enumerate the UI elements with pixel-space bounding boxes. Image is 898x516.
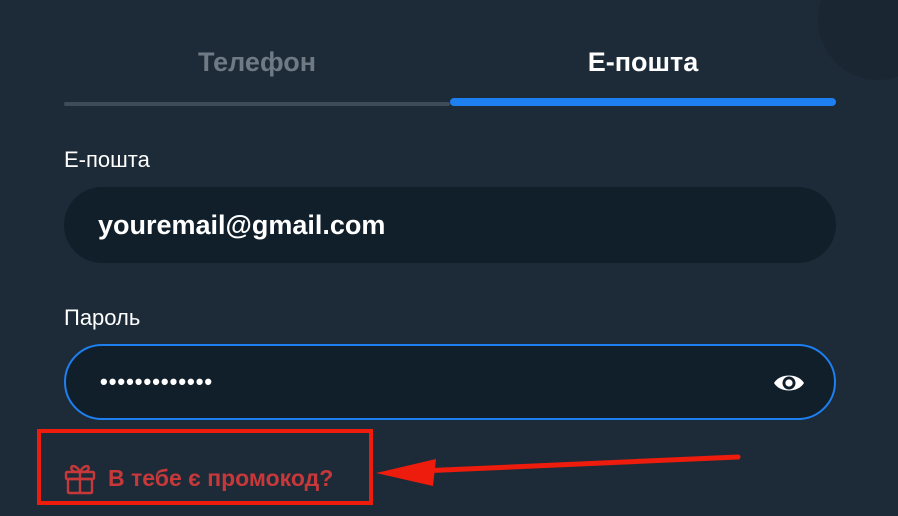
annotation-highlight-box: [37, 429, 373, 505]
password-field[interactable]: •••••••••••••: [64, 344, 836, 420]
password-field-label: Пароль: [64, 305, 141, 330]
annotation-arrow: [376, 454, 741, 486]
login-method-tabs: Телефон Е-пошта: [64, 38, 836, 106]
email-field-value: youremail@gmail.com: [98, 210, 386, 240]
tab-phone[interactable]: Телефон: [64, 38, 450, 106]
email-field[interactable]: youremail@gmail.com: [64, 187, 836, 263]
eye-icon[interactable]: [772, 368, 806, 398]
login-form-panel: Телефон Е-пошта Е-пошта youremail@gmail.…: [0, 0, 898, 516]
tab-email-underline: [450, 98, 836, 106]
email-field-label: Е-пошта: [64, 147, 150, 172]
password-field-value: •••••••••••••: [100, 369, 214, 394]
tab-phone-underline: [64, 102, 450, 106]
tab-email[interactable]: Е-пошта: [450, 38, 836, 106]
tab-phone-label: Телефон: [197, 47, 317, 77]
tab-email-label: Е-пошта: [587, 47, 699, 77]
